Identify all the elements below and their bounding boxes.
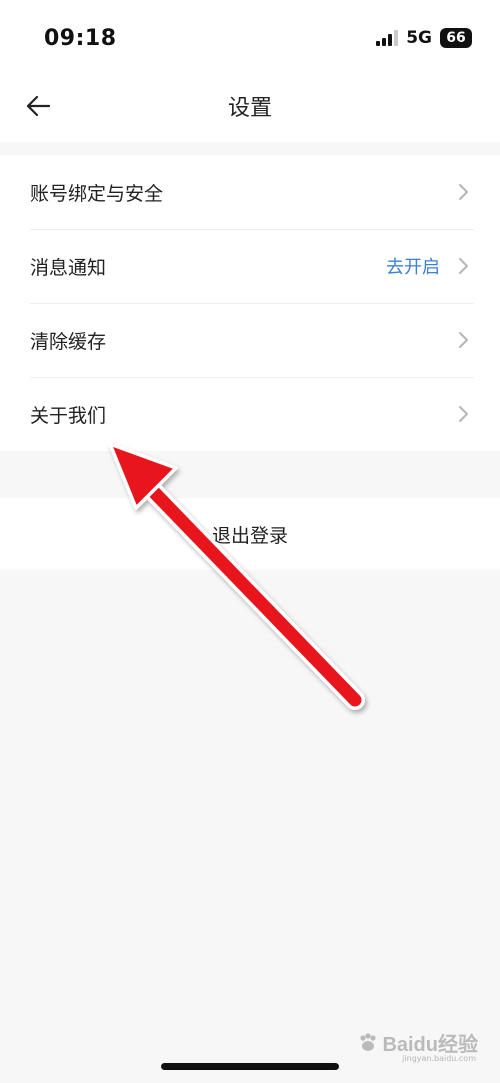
baidu-watermark: Baidu经验 xyxy=(357,1028,478,1057)
chevron-right-icon xyxy=(458,182,470,202)
watermark-text: Baidu经验 xyxy=(382,1034,478,1056)
settings-item-about-us[interactable]: 关于我们 xyxy=(0,377,500,451)
settings-item-clear-cache[interactable]: 清除缓存 xyxy=(0,303,500,377)
watermark-url: jingyan.baidu.com xyxy=(402,1054,476,1063)
home-indicator[interactable] xyxy=(161,1063,339,1070)
nav-bar: 设置 xyxy=(0,70,500,142)
signal-icon xyxy=(376,30,399,46)
settings-item-account-security[interactable]: 账号绑定与安全 xyxy=(0,155,500,229)
battery-level: 66 xyxy=(446,30,466,46)
status-indicators: 5G 66 xyxy=(376,28,472,48)
settings-item-label: 账号绑定与安全 xyxy=(30,182,164,205)
settings-item-label: 清除缓存 xyxy=(30,330,107,353)
page-title: 设置 xyxy=(227,96,272,121)
settings-item-notifications[interactable]: 消息通知 去开启 xyxy=(0,229,500,303)
logout-button[interactable]: 退出登录 xyxy=(0,498,500,570)
paw-icon xyxy=(360,1032,377,1051)
enable-notifications-link[interactable]: 去开启 xyxy=(386,253,440,279)
settings-item-label: 关于我们 xyxy=(30,404,107,427)
battery-icon: 66 xyxy=(440,28,472,48)
chevron-right-icon xyxy=(458,404,470,424)
chevron-right-icon xyxy=(458,256,470,276)
chevron-right-icon xyxy=(458,330,470,350)
network-type: 5G xyxy=(406,28,432,48)
status-bar: 09:18 5G 66 xyxy=(0,0,500,70)
status-time: 09:18 xyxy=(44,26,117,51)
settings-item-label: 消息通知 xyxy=(30,256,107,279)
settings-list: 账号绑定与安全 消息通知 去开启 清除缓存 关于我们 xyxy=(0,155,500,451)
